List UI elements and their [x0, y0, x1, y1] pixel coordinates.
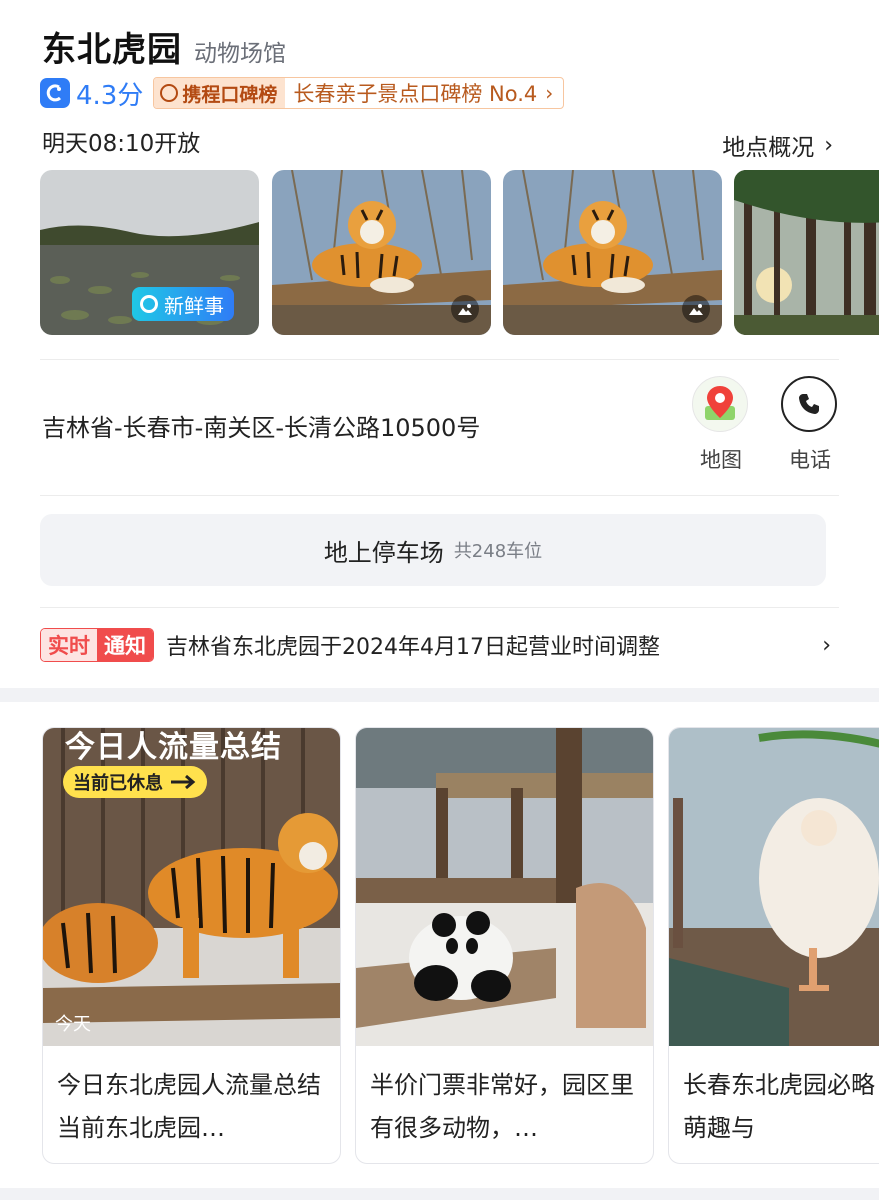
- place-header: 东北虎园 动物场馆: [42, 22, 286, 71]
- address-text: 吉林省-长春市-南关区-长清公路10500号: [42, 414, 481, 442]
- card-overlay-pill-label: 当前已休息: [73, 773, 163, 794]
- chevron-right-icon: ›: [824, 132, 833, 158]
- image-icon: [682, 295, 710, 323]
- notice-tag-notify: 通知: [97, 629, 153, 661]
- phone-icon: [781, 376, 837, 432]
- phone-button[interactable]: 电话: [781, 376, 839, 474]
- fresh-news-label: 新鲜事: [164, 293, 224, 318]
- card-text: 半价门票非常好，园区里有很多动物，…: [370, 1071, 634, 1142]
- parking-info[interactable]: 地上停车场 共248车位: [40, 514, 826, 586]
- section-separator: [0, 1188, 879, 1200]
- card-text: 今日东北虎园人流量总结 当前东北虎园…: [57, 1071, 321, 1142]
- arrow-right-icon: [171, 774, 196, 790]
- fresh-news-tag[interactable]: 新鲜事: [132, 287, 234, 321]
- rank-brand-label: 携程口碑榜: [182, 83, 278, 106]
- overview-label: 地点概况: [722, 135, 815, 161]
- rank-brand: 携程口碑榜: [154, 78, 286, 108]
- map-pin-icon: [692, 376, 748, 432]
- trophy-icon: [160, 84, 179, 102]
- rating-row[interactable]: 4.3分 携程口碑榜 长春亲子景点口碑榜 No.4 ›: [40, 76, 565, 111]
- card-image-tigers: 今日人流量总结 当前已休息 今天: [43, 728, 340, 1046]
- map-button[interactable]: 地图: [692, 376, 750, 474]
- notice-text: 吉林省东北虎园于2024年4月17日起营业时间调整: [166, 635, 660, 660]
- divider: [40, 359, 839, 360]
- section-separator: [0, 688, 879, 702]
- phone-label: 电话: [789, 448, 831, 472]
- place-category: 动物场馆: [194, 41, 286, 67]
- rank-badge[interactable]: 携程口碑榜 长春亲子景点口碑榜 No.4 ›: [153, 77, 565, 109]
- notice-tag: 实时 通知: [40, 628, 154, 662]
- refresh-icon: [140, 295, 158, 313]
- tiger-photo[interactable]: [272, 170, 491, 335]
- image-icon: [451, 295, 479, 323]
- card-overlay-pill: 当前已休息: [63, 766, 207, 798]
- open-time: 明天08:10开放: [42, 131, 201, 157]
- rank-text: 长春亲子景点口碑榜 No.4: [293, 82, 538, 106]
- divider: [40, 495, 839, 496]
- card-overlay-date: 今天: [55, 1014, 91, 1035]
- overview-link[interactable]: 地点概况 ›: [722, 128, 833, 162]
- rating-score: 4.3分: [76, 80, 144, 111]
- divider: [40, 607, 839, 608]
- content-card[interactable]: 今日人流量总结 当前已休息 今天 今日东北虎园人流量总结 当前东北虎园…: [42, 727, 341, 1164]
- map-label: 地图: [700, 448, 742, 472]
- content-card[interactable]: 半价门票非常好，园区里有很多动物，…: [355, 727, 654, 1164]
- card-image-pelican: [669, 728, 879, 1046]
- card-text: 长春东北虎园必略｜猛兽萌趣与: [683, 1071, 879, 1142]
- content-card[interactable]: 长春东北虎园必略｜猛兽萌趣与: [668, 727, 879, 1164]
- realtime-notice[interactable]: 实时 通知 吉林省东北虎园于2024年4月17日起营业时间调整 ›: [40, 627, 839, 663]
- card-overlay-title: 今日人流量总结: [65, 730, 282, 765]
- ctrip-logo-icon: [40, 78, 70, 108]
- chevron-right-icon: ›: [822, 632, 831, 658]
- lake-photo[interactable]: 新鲜事: [40, 170, 259, 335]
- tiger-photo-2[interactable]: [503, 170, 722, 335]
- parking-name: 地上停车场: [323, 538, 444, 567]
- parking-count: 共248车位: [453, 541, 543, 562]
- notice-tag-realtime: 实时: [41, 629, 97, 661]
- chevron-right-icon: ›: [545, 81, 554, 105]
- card-image-panda: [356, 728, 653, 1046]
- content-cards[interactable]: 今日人流量总结 当前已休息 今天 今日东北虎园人流量总结 当前东北虎园… 半价门…: [40, 727, 879, 1167]
- place-title: 东北虎园: [42, 30, 182, 70]
- photo-strip[interactable]: 新鲜事: [40, 170, 879, 335]
- forest-photo[interactable]: [734, 170, 879, 335]
